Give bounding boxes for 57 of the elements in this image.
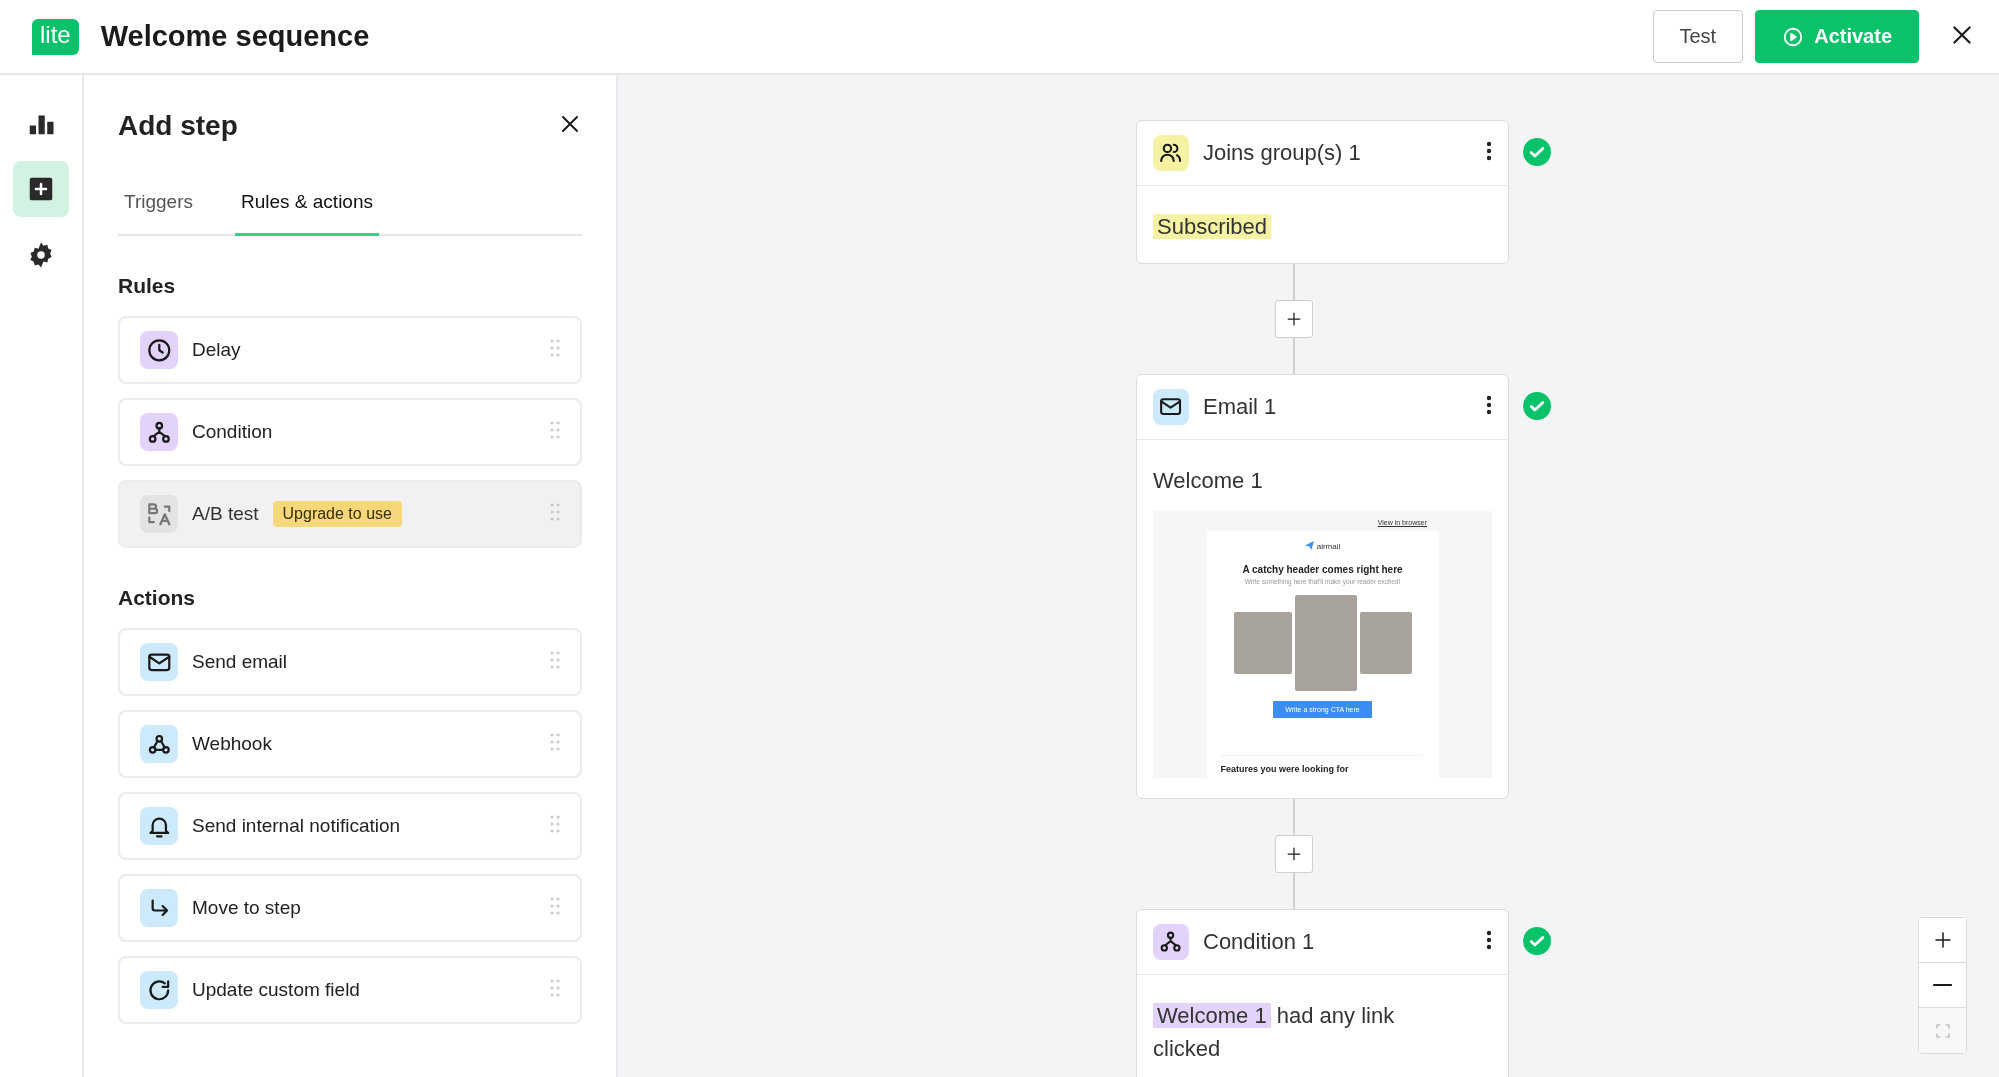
test-button[interactable]: Test	[1652, 10, 1744, 63]
ab-letters-icon	[145, 500, 173, 528]
photo-placeholder	[1359, 612, 1412, 674]
add-step-button[interactable]	[1274, 835, 1313, 873]
drag-handle-icon[interactable]	[550, 979, 560, 997]
email-headline: A catchy header comes right here	[1242, 564, 1403, 575]
more-options-icon[interactable]	[1486, 395, 1492, 415]
email-section-title: Features you were looking for	[1220, 755, 1421, 774]
clock-icon	[145, 336, 173, 364]
drag-handle-icon[interactable]	[550, 733, 560, 751]
step-option[interactable]: Condition	[118, 398, 582, 466]
email-subject: Welcome 1	[1153, 467, 1264, 495]
drag-handle-icon[interactable]	[550, 421, 560, 439]
step-title: Joins group(s) 1	[1203, 140, 1362, 166]
step-card[interactable]: Joins group(s) 1 Subscribed	[1136, 120, 1509, 264]
more-options-icon[interactable]	[1486, 930, 1492, 950]
section-heading: Actions	[118, 586, 196, 610]
tab[interactable]: Rules & actions	[235, 169, 379, 236]
step-option[interactable]: Webhook	[118, 710, 582, 778]
upgrade-badge: Upgrade to use	[272, 501, 402, 527]
photo-placeholder	[1233, 612, 1292, 674]
step-option[interactable]: Send email	[118, 628, 582, 696]
branch-icon	[1158, 929, 1184, 955]
option-label: Webhook	[192, 733, 272, 755]
condition-text: Welcome 1 had any link clicked	[1153, 1002, 1396, 1063]
step-title: Email 1	[1203, 394, 1278, 420]
play-icon	[1782, 25, 1805, 48]
drag-handle-icon[interactable]	[550, 815, 560, 833]
option-label: Condition	[192, 421, 273, 443]
page-title: Welcome sequence	[100, 20, 371, 53]
tab[interactable]: Triggers	[118, 169, 199, 236]
rail-add-button[interactable]	[13, 161, 69, 217]
option-label: Move to step	[192, 897, 301, 919]
option-label: A/B test	[192, 503, 259, 525]
option-label: Update custom field	[192, 979, 360, 1001]
option-label: Delay	[192, 339, 241, 361]
step-option[interactable]: Send internal notification	[118, 792, 582, 860]
group-tag: Subscribed	[1153, 214, 1272, 239]
step-option[interactable]: Update custom field	[118, 956, 582, 1024]
more-options-icon[interactable]	[1486, 141, 1492, 161]
section-heading: Rules	[118, 274, 177, 298]
zoom-in-button[interactable]	[1919, 918, 1966, 963]
add-step-button[interactable]	[1274, 300, 1313, 338]
step-title: Condition 1	[1203, 929, 1316, 955]
step-option[interactable]: Move to step	[118, 874, 582, 942]
drag-handle-icon[interactable]	[550, 651, 560, 669]
step-card[interactable]: Condition 1 Welcome 1 had any link clicked	[1136, 909, 1509, 1077]
brand-name: airmail	[1316, 542, 1341, 551]
step-option[interactable]: Delay	[118, 316, 582, 384]
panel-title: Add step	[118, 110, 238, 142]
option-label: Send email	[192, 651, 288, 673]
option-label: Send internal notification	[192, 815, 401, 837]
drag-handle-icon[interactable]	[550, 897, 560, 915]
paper-plane-icon	[1304, 541, 1314, 550]
drag-handle-icon[interactable]	[550, 339, 560, 357]
logo: lite	[32, 18, 79, 55]
fit-screen-icon	[1933, 1021, 1952, 1040]
